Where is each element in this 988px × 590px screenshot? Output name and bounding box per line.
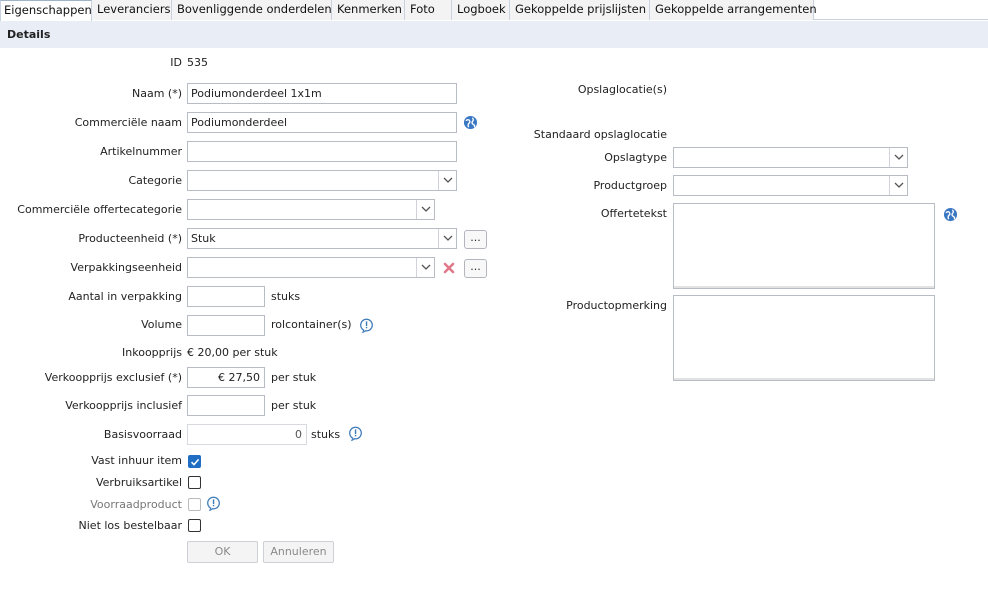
tab-gekoppelde-arrangementen[interactable]: Gekoppelde arrangementen (650, 0, 817, 20)
commerciele-offertecategorie-select[interactable] (187, 199, 435, 220)
id-label: ID (170, 56, 182, 69)
volume-unit: rolcontainer(s) (271, 318, 352, 331)
details-section-header: Details (0, 21, 988, 48)
vast-inhuur-label: Vast inhuur item (91, 454, 182, 467)
chevron-down-icon (894, 182, 904, 188)
cancel-button[interactable]: Annuleren (263, 541, 334, 563)
offertetekst-textarea[interactable] (673, 203, 935, 289)
producteenheid-label: Producteenheid (*) (78, 232, 182, 245)
niet-los-bestelbaar-label: Niet los bestelbaar (78, 519, 182, 532)
verkoopprijs-exclusief-label: Verkoopprijs exclusief (*) (44, 371, 182, 384)
categorie-label: Categorie (128, 174, 182, 187)
tab-leveranciers[interactable]: Leveranciers (92, 0, 172, 20)
tab-bar: Eigenschappen Leveranciers Bovenliggende… (0, 0, 988, 21)
productgroep-select[interactable] (673, 175, 908, 196)
chevron-down-icon (443, 177, 453, 183)
aantal-in-verpakking-input[interactable] (187, 286, 265, 307)
commerciele-offertecategorie-label: Commerciële offertecategorie (17, 203, 182, 216)
artikelnummer-input[interactable] (187, 141, 457, 162)
tab-label: Gekoppelde arrangementen (655, 2, 817, 16)
categorie-select[interactable] (187, 170, 457, 191)
verpakkingseenheid-more-button[interactable]: ... (464, 259, 487, 278)
info-icon[interactable] (348, 426, 363, 444)
verkoopprijs-inclusief-label: Verkoopprijs inclusief (65, 399, 182, 412)
verkoopprijs-inclusief-input[interactable] (187, 395, 265, 416)
producteenheid-more-button[interactable]: ... (464, 230, 487, 249)
id-value: 535 (187, 56, 208, 69)
basisvoorraad-unit: stuks (311, 428, 341, 441)
productgroep-label: Productgroep (593, 179, 667, 192)
tab-label: Leveranciers (97, 2, 171, 16)
artikelnummer-label: Artikelnummer (100, 145, 182, 158)
opslagtype-select[interactable] (673, 147, 908, 168)
chevron-down-icon (894, 154, 904, 160)
standaard-opslaglocatie-label: Standaard opslaglocatie (533, 128, 667, 141)
commerciele-naam-label: Commerciële naam (74, 116, 182, 129)
tab-foto[interactable]: Foto (405, 0, 452, 20)
tab-label: Bovenliggende onderdelen (177, 2, 332, 16)
opslagtype-label: Opslagtype (604, 151, 667, 164)
info-icon[interactable] (206, 496, 221, 514)
inkoopprijs-value: € 20,00 per stuk (187, 346, 278, 359)
opslaglocaties-label: Opslaglocatie(s) (577, 83, 667, 96)
tab-logboek[interactable]: Logboek (452, 0, 510, 20)
tab-bovenliggende-onderdelen[interactable]: Bovenliggende onderdelen (172, 0, 332, 20)
verpakkingseenheid-select[interactable] (187, 257, 435, 278)
tab-label: Logboek (457, 2, 506, 16)
producteenheid-value: Stuk (191, 232, 216, 245)
globe-icon[interactable] (463, 115, 478, 133)
niet-los-bestelbaar-checkbox[interactable] (188, 519, 201, 532)
volume-label: Volume (141, 318, 182, 331)
verkoopprijs-exclusief-input[interactable]: € 27,50 (187, 367, 265, 388)
tab-label: Gekoppelde prijslijsten (515, 2, 647, 16)
inkoopprijs-label: Inkoopprijs (122, 346, 182, 359)
verbruiksartikel-label: Verbruiksartikel (95, 476, 182, 489)
tab-label: Eigenschappen (4, 3, 92, 17)
tab-eigenschappen[interactable]: Eigenschappen (0, 0, 92, 21)
voorraadproduct-label: Voorraadproduct (90, 498, 182, 511)
aantal-in-verpakking-unit: stuks (271, 290, 301, 303)
tab-label: Kenmerken (337, 2, 402, 16)
verkoopprijs-inclusief-unit: per stuk (271, 399, 317, 412)
verbruiksartikel-checkbox[interactable] (188, 476, 201, 489)
commerciele-naam-input[interactable]: Podiumonderdeel (187, 112, 457, 133)
verpakkingseenheid-label: Verpakkingseenheid (70, 261, 182, 274)
vast-inhuur-checkbox[interactable] (188, 455, 201, 468)
delete-x-icon[interactable] (443, 262, 455, 277)
basisvoorraad-label: Basisvoorraad (103, 428, 182, 441)
tab-gekoppelde-prijslijsten[interactable]: Gekoppelde prijslijsten (510, 0, 650, 20)
volume-input[interactable] (187, 315, 265, 336)
chevron-down-icon (443, 235, 453, 241)
checkmark-icon (190, 458, 200, 466)
voorraadproduct-checkbox (188, 498, 201, 511)
naam-input[interactable]: Podiumonderdeel 1x1m (187, 83, 457, 104)
tab-label: Foto (410, 2, 435, 16)
chevron-down-icon (421, 206, 431, 212)
globe-icon[interactable] (943, 207, 958, 225)
producteenheid-select[interactable]: Stuk (187, 228, 457, 249)
aantal-in-verpakking-label: Aantal in verpakking (68, 290, 182, 303)
productopmerking-label: Productopmerking (566, 299, 667, 312)
offertetekst-label: Offertetekst (600, 207, 667, 220)
ok-button[interactable]: OK (187, 541, 258, 563)
section-title: Details (7, 28, 51, 41)
productopmerking-textarea[interactable] (673, 295, 935, 381)
chevron-down-icon (421, 264, 431, 270)
naam-label: Naam (*) (131, 87, 182, 100)
verkoopprijs-exclusief-unit: per stuk (271, 371, 317, 384)
tab-kenmerken[interactable]: Kenmerken (332, 0, 405, 20)
basisvoorraad-input: 0 (187, 424, 307, 445)
info-icon[interactable] (359, 318, 374, 336)
